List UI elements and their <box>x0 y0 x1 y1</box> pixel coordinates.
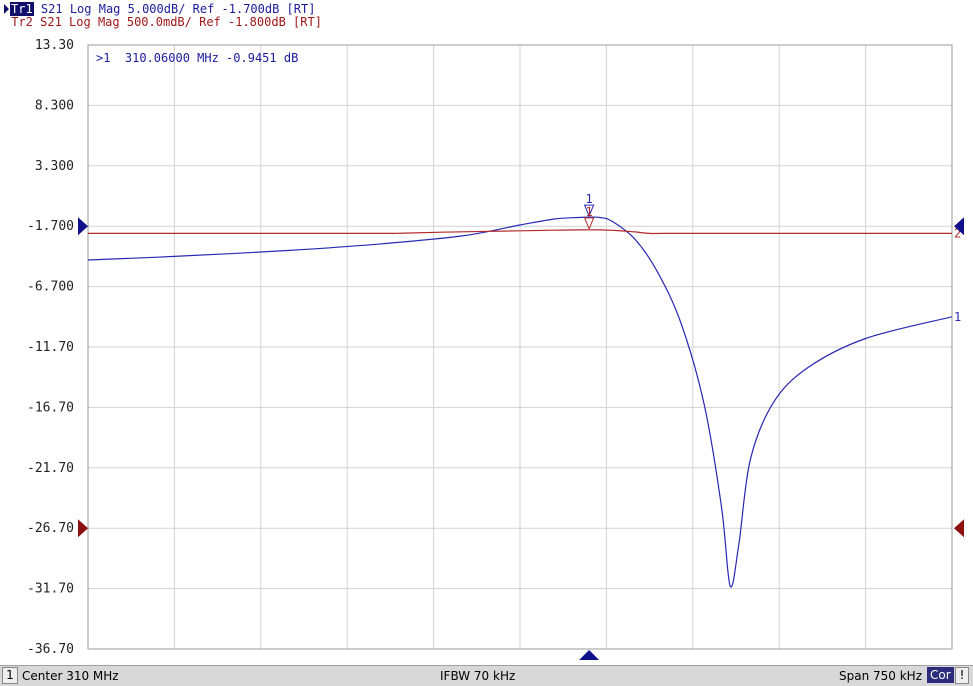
series-1-end-label: 1 <box>954 310 961 324</box>
marker-label: 1 <box>586 205 593 219</box>
y-tick-label: -1.700 <box>27 219 74 234</box>
channel-indicator[interactable]: 1 <box>2 667 18 684</box>
grid <box>88 45 952 649</box>
markers-group[interactable]: 11 <box>583 192 595 231</box>
y-tick-label: 8.300 <box>35 98 74 113</box>
y-tick-label: 13.30 <box>35 38 74 53</box>
y-tick-label: -26.70 <box>27 521 74 536</box>
warning-indicator[interactable]: ! <box>955 667 969 684</box>
marker-triangle-icon[interactable] <box>583 217 595 231</box>
marker-readout: >1 310.06000 MHz -0.9451 dB <box>96 51 298 65</box>
span[interactable]: Span 750 kHz <box>839 669 922 683</box>
ref-arrow-left-icon[interactable] <box>78 217 88 236</box>
center-frequency[interactable]: Center 310 MHz <box>22 669 119 683</box>
y-tick-label: -16.70 <box>27 400 74 415</box>
ifbw[interactable]: IFBW 70 kHz <box>440 669 515 683</box>
y-tick-label: -36.70 <box>27 642 74 657</box>
plot-area[interactable]: 13.30 8.300 3.300 -1.700 -6.700 -11.70 -16.70 -… <box>0 0 973 665</box>
y-tick-label: -21.70 <box>27 461 74 476</box>
ref-arrow-left-icon[interactable] <box>78 519 88 538</box>
status-bar: 1 Center 310 MHz IFBW 70 kHz Span 750 kH… <box>0 665 973 686</box>
y-tick-label: -31.70 <box>27 582 74 597</box>
vna-window: Tr1 S21 Log Mag 5.000dB/ Ref -1.700dB [R… <box>0 0 973 686</box>
ref-arrow-right-icon[interactable] <box>954 519 964 538</box>
stimulus-arrow-icon[interactable] <box>579 650 600 660</box>
y-tick-label: -11.70 <box>27 340 74 355</box>
y-tick-label: -6.700 <box>27 280 74 295</box>
reference-arrows[interactable] <box>78 217 964 660</box>
correction-badge[interactable]: Cor <box>927 667 954 683</box>
y-tick-label: 3.300 <box>35 159 74 174</box>
y-tick-labels: 13.30 8.300 3.300 -1.700 -6.700 -11.70 -16.70 -… <box>27 38 74 657</box>
series-group: 12 <box>88 216 961 588</box>
